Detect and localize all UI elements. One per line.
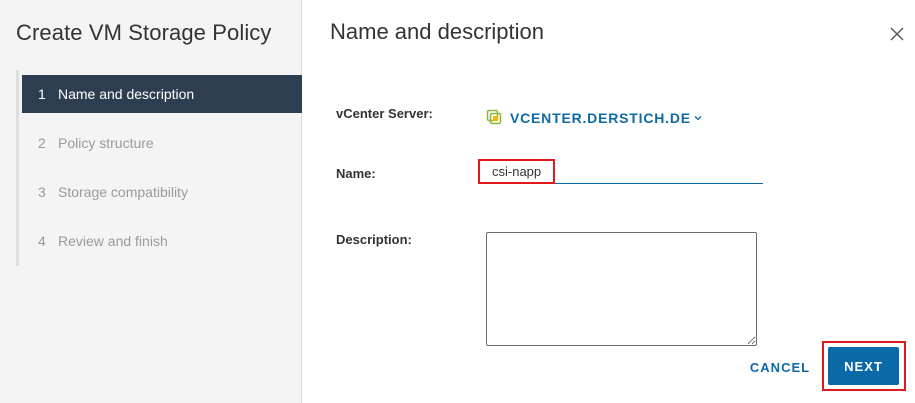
name-label: Name:	[336, 166, 376, 181]
vcenter-server-value: VCENTER.DERSTICH.DE	[510, 110, 691, 126]
step-label: Policy structure	[58, 135, 154, 151]
step-number: 4	[38, 233, 46, 249]
steps-track	[16, 70, 19, 266]
step-policy-structure[interactable]: 2 Policy structure	[22, 124, 302, 162]
name-input[interactable]	[486, 160, 763, 184]
description-label: Description:	[336, 232, 412, 247]
close-button[interactable]	[887, 24, 907, 44]
step-label: Review and finish	[58, 233, 168, 249]
step-number: 1	[38, 86, 46, 102]
next-button[interactable]: NEXT	[828, 347, 899, 385]
vcenter-server-dropdown[interactable]: VCENTER.DERSTICH.DE	[486, 108, 702, 128]
vcenter-server-label: vCenter Server:	[336, 106, 433, 121]
step-number: 3	[38, 184, 46, 200]
step-label: Name and description	[58, 86, 195, 102]
step-label: Storage compatibility	[58, 184, 188, 200]
step-number: 2	[38, 135, 46, 151]
cancel-button[interactable]: CANCEL	[742, 352, 818, 382]
wizard-title: Create VM Storage Policy	[16, 20, 272, 45]
step-storage-compatibility[interactable]: 3 Storage compatibility	[22, 173, 302, 211]
step-name-and-description[interactable]: 1 Name and description	[22, 75, 302, 113]
chevron-down-icon	[694, 116, 702, 121]
wizard-sidebar: Create VM Storage Policy 1 Name and desc…	[0, 0, 302, 403]
vcenter-icon	[486, 109, 502, 125]
close-icon	[890, 27, 904, 41]
step-review-and-finish[interactable]: 4 Review and finish	[22, 222, 302, 260]
description-textarea[interactable]	[486, 232, 757, 346]
page-title: Name and description	[330, 19, 545, 44]
